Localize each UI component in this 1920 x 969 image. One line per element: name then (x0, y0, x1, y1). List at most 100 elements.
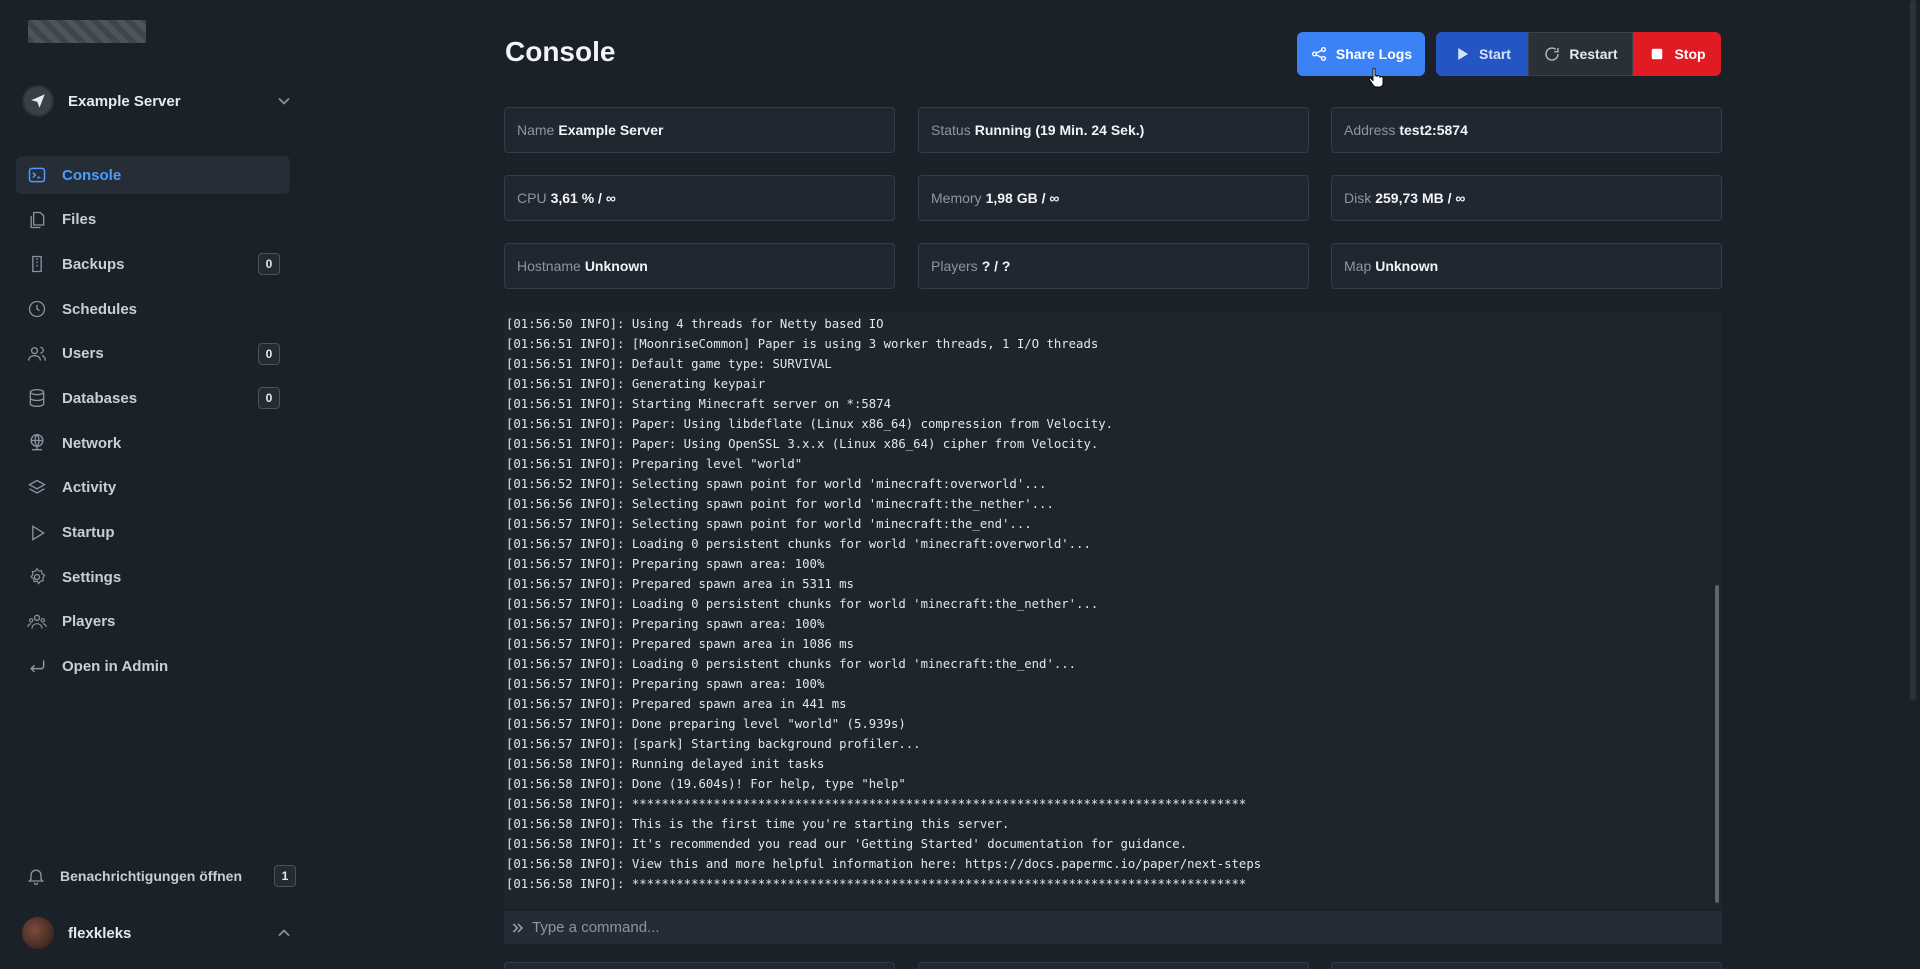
sidebar-item-schedules[interactable]: Schedules (16, 290, 290, 328)
sidebar-item-label: Activity (62, 479, 117, 497)
enter-icon (26, 656, 48, 678)
play-icon (1458, 48, 1469, 60)
sidebar-item-open-in-admin[interactable]: Open in Admin (16, 648, 290, 686)
stat-value: test2:5874 (1399, 122, 1468, 138)
chevron-up-icon (278, 929, 290, 937)
stat-card-name: Name Example Server (504, 107, 895, 153)
stat-key: Disk (1344, 190, 1372, 206)
console-log: [01:56:50 INFO]: Using 4 threads for Net… (506, 314, 1708, 894)
console-scrollbar[interactable] (1715, 585, 1719, 903)
hand-cursor-icon (1368, 68, 1384, 88)
restart-label: Restart (1569, 46, 1618, 62)
layers-icon (26, 477, 48, 499)
start-label: Start (1479, 46, 1511, 62)
page-scrollbar[interactable] (1910, 0, 1916, 700)
stat-value: 1,98 GB / ∞ (985, 190, 1060, 206)
log-line: [01:56:57 INFO]: [spark] Starting backgr… (506, 737, 921, 751)
console-output[interactable]: [01:56:50 INFO]: Using 4 threads for Net… (504, 312, 1722, 910)
log-line: [01:56:51 INFO]: Default game type: SURV… (506, 357, 832, 371)
users-icon (26, 343, 48, 365)
stat-key: Hostname (517, 258, 581, 274)
sidebar-item-users[interactable]: Users 0 (16, 335, 290, 373)
sidebar-item-players[interactable]: Players (16, 603, 290, 641)
log-line: [01:56:57 INFO]: Done preparing level "w… (506, 717, 906, 731)
log-line: [01:56:51 INFO]: [MoonriseCommon] Paper … (506, 337, 1099, 351)
stat-value: 3,61 % / ∞ (550, 190, 616, 206)
chevrons-right-icon (512, 923, 523, 932)
log-line: [01:56:51 INFO]: Preparing level "world" (506, 457, 803, 471)
bottom-cards-row (504, 962, 1722, 969)
stat-key: Players (931, 258, 978, 274)
log-line: [01:56:57 INFO]: Loading 0 persistent ch… (506, 657, 1077, 671)
chart-card (504, 962, 895, 969)
stop-label: Stop (1674, 46, 1706, 62)
log-line: [01:56:58 INFO]: Done (19.604s)! For hel… (506, 777, 906, 791)
database-icon (26, 387, 48, 409)
restart-button[interactable]: Restart (1528, 32, 1633, 76)
sidebar-item-label: Open in Admin (62, 658, 169, 676)
log-line: [01:56:58 INFO]: ***********************… (506, 877, 1247, 891)
log-line: [01:56:56 INFO]: Selecting spawn point f… (506, 497, 1054, 511)
stat-value: 259,73 MB / ∞ (1375, 190, 1466, 206)
stat-key: CPU (517, 190, 547, 206)
log-line: [01:56:57 INFO]: Loading 0 persistent ch… (506, 537, 1091, 551)
stat-value: ? / ? (981, 258, 1011, 274)
stat-value: Unknown (1375, 258, 1439, 274)
sidebar-item-startup[interactable]: Startup (16, 514, 290, 552)
stat-key: Address (1344, 122, 1396, 138)
sidebar-item-label: Files (62, 211, 97, 229)
avatar (22, 917, 54, 949)
share-logs-button[interactable]: Share Logs (1297, 32, 1425, 76)
sidebar-item-label: Settings (62, 568, 122, 586)
start-button[interactable]: Start (1436, 32, 1528, 76)
sidebar-item-label: Databases (62, 389, 138, 407)
count-badge: 0 (258, 253, 280, 276)
sidebar-item-settings[interactable]: Settings (16, 558, 290, 596)
command-bar (504, 911, 1722, 944)
sidebar-item-activity[interactable]: Activity (16, 469, 290, 507)
sidebar-item-label: Users (62, 345, 104, 363)
log-line: [01:56:57 INFO]: Loading 0 persistent ch… (506, 597, 1099, 611)
stat-card-players: Players ? / ? (918, 243, 1309, 289)
notifications-button[interactable]: Benachrichtigungen öffnen 1 (26, 864, 296, 888)
stat-card-memory: Memory 1,98 GB / ∞ (918, 175, 1309, 221)
stat-card-address: Address test2:5874 (1331, 107, 1722, 153)
sidebar-item-label: Network (62, 434, 122, 452)
sidebar-item-console[interactable]: Console (16, 156, 290, 194)
stop-button[interactable]: Stop (1633, 32, 1721, 76)
page-title: Console (505, 36, 616, 67)
sidebar-item-label: Console (62, 166, 122, 184)
log-line: [01:56:51 INFO]: Paper: Using libdeflate… (506, 417, 1114, 431)
log-line: [01:56:57 INFO]: Preparing spawn area: 1… (506, 677, 825, 691)
stat-card-disk: Disk 259,73 MB / ∞ (1331, 175, 1722, 221)
stat-value: Running (19 Min. 24 Sek.) (974, 122, 1145, 138)
play-icon (26, 522, 48, 544)
sidebar-nav: Console Files Backups 0 Schedules Users 0 Datab… (16, 156, 290, 692)
sidebar-item-network[interactable]: Network (16, 424, 290, 462)
command-input[interactable] (532, 919, 1712, 936)
count-badge: 0 (258, 342, 280, 365)
stat-value: Example Server (558, 122, 664, 138)
share-icon (1311, 46, 1326, 62)
stop-icon (1652, 48, 1663, 60)
log-line: [01:56:57 INFO]: Prepared spawn area in … (506, 577, 854, 591)
log-line: [01:56:57 INFO]: Selecting spawn point f… (506, 517, 1032, 531)
log-line: [01:56:52 INFO]: Selecting spawn point f… (506, 477, 1047, 491)
log-line: [01:56:50 INFO]: Using 4 threads for Net… (506, 317, 884, 331)
sidebar-item-files[interactable]: Files (16, 201, 290, 239)
server-name: Example Server (68, 92, 181, 110)
panel-logo (28, 20, 146, 43)
count-badge: 0 (258, 387, 280, 410)
sidebar-item-backups[interactable]: Backups 0 (16, 245, 290, 283)
log-line: [01:56:58 INFO]: ***********************… (506, 797, 1247, 811)
log-line: [01:56:58 INFO]: This is the first time … (506, 817, 1010, 831)
sidebar-item-label: Schedules (62, 300, 138, 318)
log-line: [01:56:57 INFO]: Preparing spawn area: 1… (506, 617, 825, 631)
files-icon (26, 209, 48, 231)
server-selector[interactable]: Example Server (22, 84, 294, 118)
sidebar-item-databases[interactable]: Databases 0 (16, 379, 290, 417)
user-menu[interactable]: flexkleks (22, 916, 294, 950)
log-line: [01:56:57 INFO]: Prepared spawn area in … (506, 697, 847, 711)
gear-icon (26, 566, 48, 588)
stat-card-cpu: CPU 3,61 % / ∞ (504, 175, 895, 221)
